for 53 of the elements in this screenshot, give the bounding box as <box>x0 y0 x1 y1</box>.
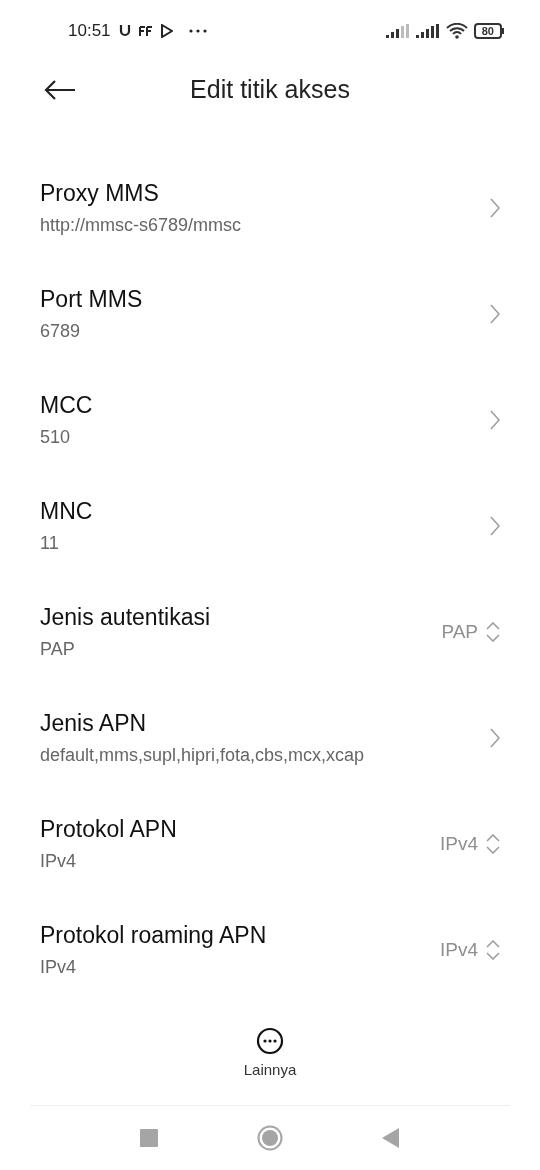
status-time: 10:51 <box>68 20 111 43</box>
setting-value: default,mms,supl,hipri,fota,cbs,mcx,xcap <box>40 744 365 767</box>
chevron-right-icon <box>490 304 500 324</box>
settings-row[interactable]: Protokol APN IPv4 IPv4 <box>0 791 540 897</box>
setting-value: http://mmsc-s6789/mmsc <box>40 214 242 237</box>
setting-title: Protokol roaming APN <box>40 921 267 950</box>
u-shape-icon <box>118 24 131 38</box>
back-arrow-icon <box>44 80 76 100</box>
signal-icon <box>385 24 410 38</box>
chevron-right-icon <box>490 198 500 218</box>
triangle-left-icon <box>382 1128 400 1148</box>
more-dots-icon <box>188 29 207 33</box>
up-down-icon <box>486 834 500 854</box>
setting-title: Jenis autentikasi <box>40 603 211 632</box>
play-store-icon <box>160 24 173 38</box>
selected-value: IPv4 <box>439 831 478 856</box>
chevron-right-icon <box>490 516 500 536</box>
setting-title: Protokol APN <box>40 815 177 844</box>
settings-row[interactable]: Proxy MMS http://mmsc-s6789/mmsc <box>0 155 540 261</box>
selected-value: PAP <box>441 619 478 644</box>
square-icon <box>140 1129 158 1147</box>
up-down-icon <box>486 940 500 960</box>
setting-title: Proxy MMS <box>40 179 160 208</box>
settings-row[interactable]: Port MMS 6789 <box>0 261 540 367</box>
wifi-icon <box>445 23 468 39</box>
battery-indicator: 80 <box>473 23 504 39</box>
home-circle-icon <box>257 1125 283 1151</box>
more-circle-icon <box>256 1026 284 1055</box>
ff-logo-icon <box>138 26 153 36</box>
setting-title: MNC <box>40 497 93 526</box>
chevron-right-icon <box>490 410 500 430</box>
settings-row[interactable]: MNC 11 <box>0 473 540 579</box>
selected-value: IPv4 <box>439 937 478 962</box>
page-title: Edit titik akses <box>189 74 351 106</box>
settings-row[interactable]: MCC 510 <box>0 367 540 473</box>
setting-value: PAP <box>40 638 76 661</box>
setting-value: 11 <box>40 532 60 555</box>
back-nav-button[interactable] <box>382 1128 400 1148</box>
setting-value: IPv4 <box>40 956 78 979</box>
chevron-right-icon <box>490 728 500 748</box>
setting-value: IPv4 <box>40 850 78 873</box>
more-button[interactable]: Lainnya <box>243 1026 297 1082</box>
setting-title: Jenis APN <box>40 709 148 738</box>
settings-row[interactable]: Jenis autentikasi PAP PAP <box>0 579 540 685</box>
signal-icon <box>415 24 440 38</box>
up-down-icon <box>486 622 500 642</box>
setting-value: 510 <box>40 426 72 449</box>
setting-value: 6789 <box>40 320 82 343</box>
home-button[interactable] <box>257 1125 283 1151</box>
settings-row[interactable]: Protokol roaming APN IPv4 IPv4 <box>0 897 540 1003</box>
setting-title: Port MMS <box>40 285 143 314</box>
setting-title: MCC <box>40 391 93 420</box>
settings-row[interactable]: Jenis APN default,mms,supl,hipri,fota,cbs,mcx,xcap <box>0 685 540 791</box>
